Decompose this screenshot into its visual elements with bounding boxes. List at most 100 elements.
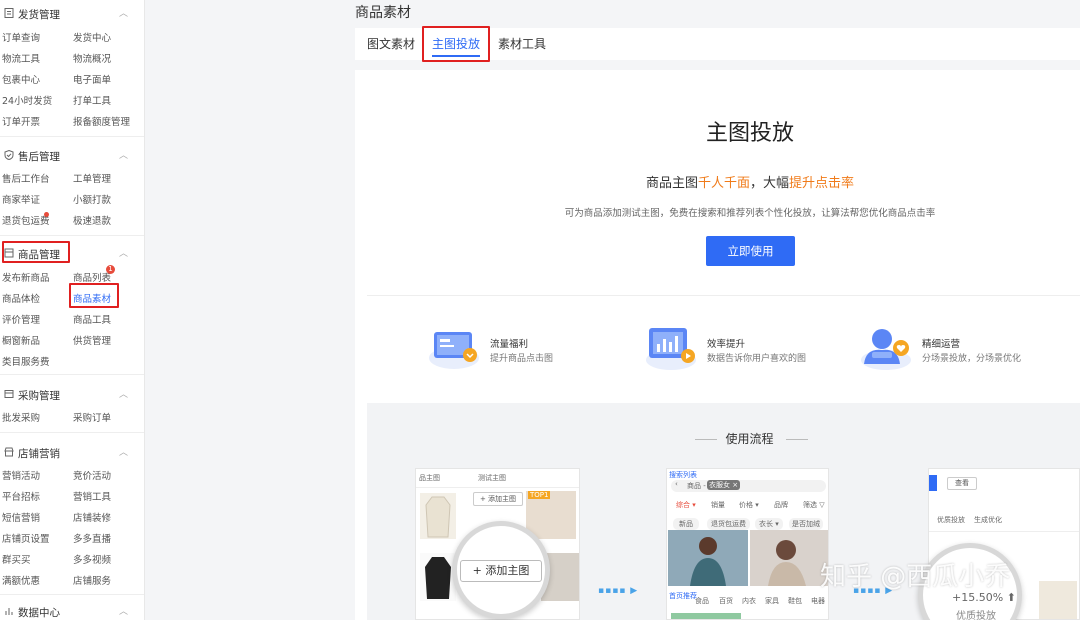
sidebar-item[interactable]: 极速退款 <box>73 213 111 227</box>
sidebar-item[interactable]: 批发采购 <box>2 410 40 424</box>
sidebar-item[interactable]: 评价管理 <box>2 312 40 326</box>
sidebar-item[interactable]: 多多视频 <box>73 552 111 566</box>
card-header: 搜索列表 <box>669 471 697 479</box>
sidebar-group-title: 采购管理 <box>18 390 60 402</box>
sidebar-item[interactable]: 满额优惠 <box>2 573 40 587</box>
sidebar-item[interactable]: 类目服务费 <box>2 354 50 368</box>
sidebar-item[interactable]: 小额打款 <box>73 192 111 206</box>
subtitle-part: ，大幅 <box>750 176 790 191</box>
flow-title: 使用流程 <box>725 432 774 446</box>
sidebar-group-marketing: 店铺营销 ︿ 营销活动 竞价活动 平台招标 营销工具 短信营销 店铺装修 店铺页… <box>0 443 144 591</box>
sidebar-item[interactable]: 店铺装修 <box>73 510 111 524</box>
magnified-add-button: + 添加主图 <box>460 560 542 582</box>
sidebar-item[interactable]: 订单开票 <box>2 114 40 128</box>
feature-description: 提升商品点击图 <box>490 354 554 364</box>
chevron-up-icon[interactable]: ︿ <box>119 445 128 458</box>
chevron-up-icon[interactable]: ︿ <box>119 604 128 617</box>
magnified-label: 优质投放 <box>956 611 996 620</box>
use-now-button[interactable]: 立即使用 <box>706 236 795 266</box>
sidebar-item[interactable]: 商品工具 <box>73 312 111 326</box>
filter-item: 销量 <box>711 501 725 509</box>
sidebar-item[interactable]: 退货包运费 <box>2 213 50 227</box>
chevron-up-icon[interactable]: ︿ <box>119 387 128 400</box>
accent-bar <box>929 475 937 491</box>
sidebar-item[interactable]: 店铺页设置 <box>2 531 50 545</box>
sidebar-item[interactable]: 工单管理 <box>73 171 111 185</box>
count-badge: 1 <box>106 265 115 274</box>
divider <box>416 487 579 488</box>
user-heart-icon <box>861 329 911 370</box>
chevron-up-icon[interactable]: ︿ <box>119 148 128 161</box>
sidebar-item[interactable]: 售后工作台 <box>2 171 50 185</box>
feature-title: 流量福利 <box>490 339 529 350</box>
sidebar-item[interactable]: 订单查询 <box>2 30 40 44</box>
sidebar-item[interactable]: 群买买 <box>2 552 31 566</box>
hero-title: 主图投放 <box>705 121 794 146</box>
flow-arrow: ▪▪▪▪ ▶ <box>598 586 639 596</box>
filter-item: 筛选 ▽ <box>803 501 825 509</box>
sidebar-item[interactable]: 发货中心 <box>73 30 111 44</box>
chevron-up-icon[interactable]: ︿ <box>119 246 128 259</box>
sidebar-item[interactable]: 商家举证 <box>2 192 40 206</box>
sidebar-item[interactable]: 商品列表 <box>73 270 111 284</box>
feature-title: 效率提升 <box>707 339 746 350</box>
shield-check-icon <box>4 150 14 160</box>
category-tab: 电器 <box>811 597 825 605</box>
sidebar-item[interactable]: 橱窗新品 <box>2 333 40 347</box>
sidebar-group-header[interactable]: 数据中心 ︿ <box>0 602 144 620</box>
sidebar-group-header[interactable]: 发货管理 ︿ <box>0 4 144 24</box>
sidebar-item[interactable]: 采购订单 <box>73 410 111 424</box>
sidebar-group-purchase: 采购管理 ︿ 批发采购 采购订单 <box>0 385 144 431</box>
search-chip: 衣服女 × <box>707 480 741 490</box>
product-photo <box>668 530 748 586</box>
divider <box>0 374 144 375</box>
card-subheader: 首页推荐 <box>669 592 697 600</box>
sidebar-item[interactable]: 物流工具 <box>2 51 40 65</box>
store-icon <box>4 447 14 457</box>
cart-icon <box>4 390 14 398</box>
sidebar-item[interactable]: 包裹中心 <box>2 72 40 86</box>
sidebar-item[interactable]: 供货管理 <box>73 333 111 347</box>
sidebar-item[interactable]: 物流概况 <box>73 51 111 65</box>
sidebar-group-header[interactable]: 店铺营销 ︿ <box>0 443 144 463</box>
divider <box>786 439 808 440</box>
sidebar-item[interactable]: 商品体检 <box>2 291 40 305</box>
filter-item: 品牌 <box>774 501 788 509</box>
sidebar-item[interactable]: 多多直播 <box>73 531 111 545</box>
sidebar-item[interactable]: 发布新商品 <box>2 270 50 284</box>
sidebar-item[interactable]: 报备额度管理 <box>73 114 130 128</box>
subtitle-highlight: 千人千面 <box>697 176 750 191</box>
view-button: 查看 <box>947 477 977 490</box>
chevron-up-icon[interactable]: ︿ <box>119 6 128 19</box>
sidebar-item[interactable]: 平台招标 <box>2 489 40 503</box>
product-photo <box>671 613 741 619</box>
filter-item: 综合 ▾ <box>676 501 696 509</box>
card-tab: 生成优化 <box>974 516 1002 524</box>
column-header: 品主图 <box>419 474 440 482</box>
sidebar-group-title: 售后管理 <box>18 151 60 163</box>
sidebar-item[interactable]: 短信营销 <box>2 510 40 524</box>
tab-graphic-material[interactable]: 图文素材 <box>367 35 415 52</box>
filter-chip: 衣长 ▾ <box>755 518 783 530</box>
black-coat-image-icon <box>425 557 451 599</box>
person-photo-icon <box>690 537 726 586</box>
tab-material-tools[interactable]: 素材工具 <box>498 35 546 52</box>
add-main-image-button[interactable]: + 添加主图 <box>473 492 523 506</box>
sidebar-group-header[interactable]: 售后管理 ︿ <box>0 146 144 166</box>
sidebar-item[interactable]: 电子面单 <box>73 72 111 86</box>
sidebar-item[interactable]: 24小时发货 <box>2 93 52 107</box>
person-photo-icon <box>768 540 806 586</box>
product-photo <box>750 530 828 586</box>
feature-description: 数据告诉你用户喜欢的图 <box>707 354 807 364</box>
sidebar-item[interactable]: 店铺服务 <box>73 573 111 587</box>
sidebar-item[interactable]: 营销工具 <box>73 489 111 503</box>
sidebar-group-header[interactable]: 采购管理 ︿ <box>0 385 144 405</box>
annotation-box-products <box>2 241 70 263</box>
sidebar-item[interactable]: 打单工具 <box>73 93 111 107</box>
category-tab: 百货 <box>719 597 733 605</box>
sidebar-item[interactable]: 竞价活动 <box>73 468 111 482</box>
sidebar-group-title: 发货管理 <box>18 9 60 21</box>
filter-chip: 是否加绒 <box>789 518 823 530</box>
sidebar-item[interactable]: 营销活动 <box>2 468 40 482</box>
bar-chart-icon <box>5 608 13 615</box>
